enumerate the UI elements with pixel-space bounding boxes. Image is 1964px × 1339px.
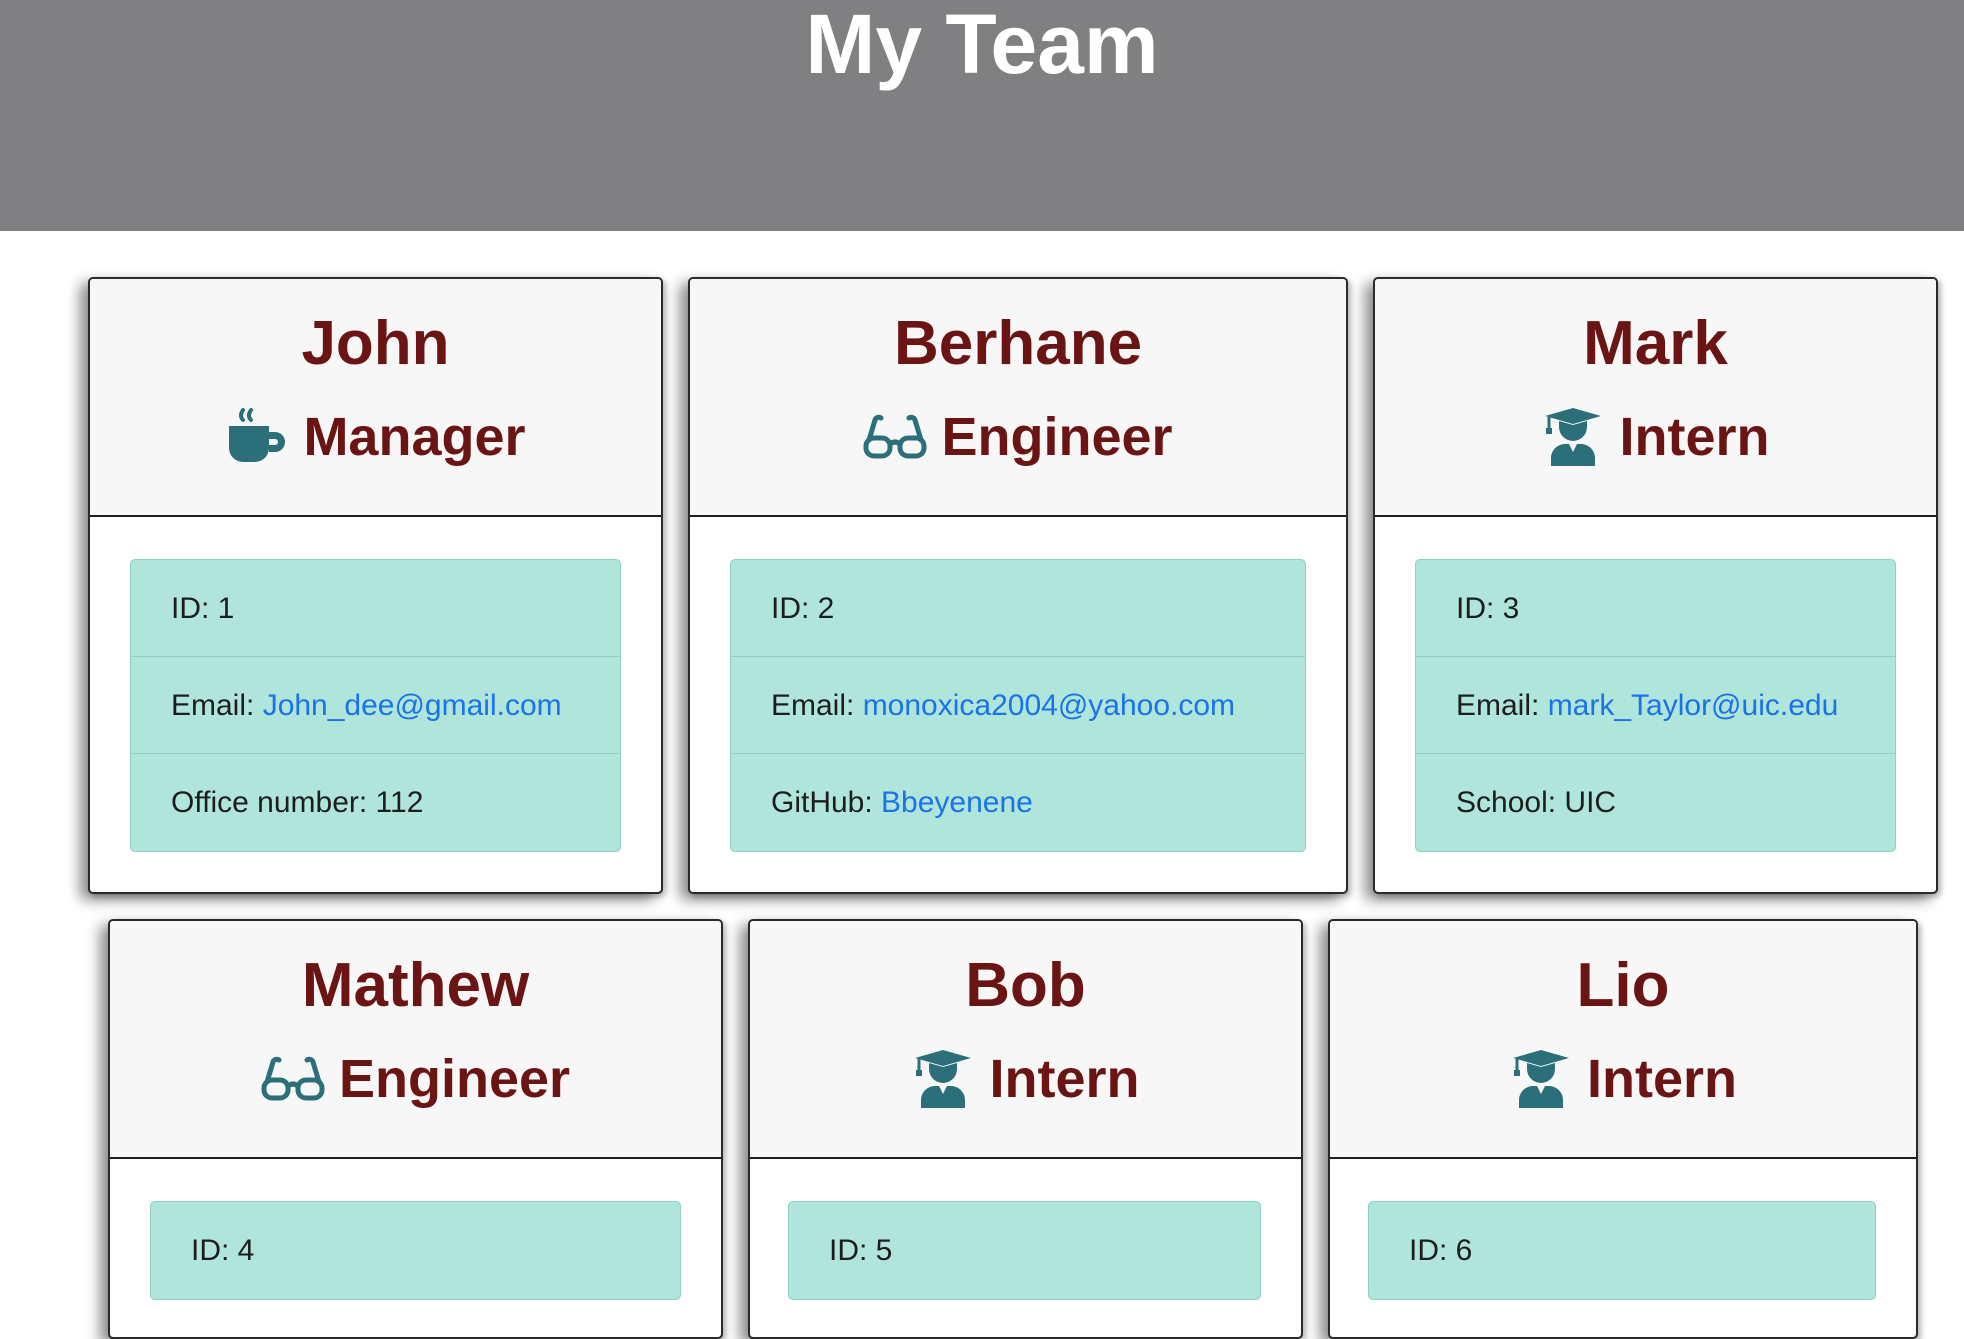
info-value: 3 (1502, 592, 1520, 625)
card-header: Bob Intern (750, 921, 1301, 1159)
employee-role: Engineer (690, 405, 1346, 470)
info-label: GitHub: (771, 786, 882, 819)
employee-name: Mark (1583, 309, 1728, 378)
employee-card: Bob Intern ID: 5 (748, 919, 1303, 1339)
info-value: UIC (1564, 786, 1617, 819)
info-label: ID: (191, 1234, 238, 1267)
info-label: Office number: (171, 786, 376, 819)
card-header: Mark Intern (1375, 279, 1936, 517)
role-label: Intern (1586, 1049, 1737, 1109)
info-list: ID: 1 Email: John_dee@gmail.com Office num… (130, 559, 621, 852)
card-header: John Manager (90, 279, 661, 517)
employee-name: Berhane (893, 309, 1143, 378)
info-row: ID: 6 (1369, 1202, 1875, 1299)
card-header: Berhane Engineer (690, 279, 1346, 517)
info-row: ID: 2 (731, 560, 1305, 657)
employee-card: Lio Intern ID: 6 (1328, 919, 1918, 1339)
page-header: My Team (0, 0, 1964, 231)
role-label: Manager (303, 407, 526, 467)
graduate-icon (1541, 407, 1605, 466)
info-list: ID: 3 Email: mark_Taylor@uic.edu School: U… (1415, 559, 1896, 852)
role-label: Engineer (338, 1049, 571, 1109)
employee-card: Mathew Engineer ID: 4 (108, 919, 723, 1339)
info-label: ID: (829, 1234, 876, 1267)
page-title: My Team (805, 0, 1159, 91)
glasses-icon (261, 1050, 325, 1108)
info-row: ID: 3 (1416, 560, 1895, 657)
info-list: ID: 4 (150, 1201, 681, 1300)
info-list: ID: 6 (1368, 1201, 1876, 1300)
info-row: Email: mark_Taylor@uic.edu (1416, 657, 1895, 754)
info-row: School: UIC (1416, 754, 1895, 851)
info-row: Email: John_dee@gmail.com (131, 657, 620, 754)
info-row: GitHub: Bbeyenene (731, 754, 1305, 851)
employee-role: Intern (1330, 1047, 1916, 1112)
role-label: Intern (989, 1049, 1140, 1109)
glasses-icon (863, 408, 927, 466)
employee-role: Intern (1375, 405, 1936, 470)
info-value: 6 (1455, 1234, 1473, 1267)
info-label: Email: (771, 689, 863, 722)
info-value: 4 (237, 1234, 255, 1267)
info-link[interactable]: monoxica2004@yahoo.com (863, 689, 1235, 722)
info-label: School: (1456, 786, 1565, 819)
graduate-icon (911, 1049, 975, 1108)
info-row: Email: monoxica2004@yahoo.com (731, 657, 1305, 754)
info-link[interactable]: Bbeyenene (881, 786, 1033, 819)
employee-role: Manager (90, 405, 661, 470)
info-label: ID: (171, 592, 218, 625)
info-list: ID: 2 Email: monoxica2004@yahoo.com GitHub… (730, 559, 1306, 852)
employee-name: Lio (1576, 951, 1670, 1020)
employee-name: John (301, 309, 450, 378)
employee-role: Engineer (110, 1047, 721, 1112)
card-header: Lio Intern (1330, 921, 1916, 1159)
role-label: Engineer (941, 407, 1173, 467)
info-link[interactable]: John_dee@gmail.com (263, 689, 562, 722)
info-list: ID: 5 (788, 1201, 1261, 1300)
info-row: ID: 4 (151, 1202, 680, 1299)
role-label: Intern (1619, 407, 1770, 467)
employee-role: Intern (750, 1047, 1301, 1112)
employee-name: Bob (965, 951, 1086, 1020)
employee-card: Berhane Engineer ID: 2 Email: monoxica2004@… (688, 277, 1348, 894)
info-label: ID: (1456, 592, 1503, 625)
card-header: Mathew Engineer (110, 921, 721, 1159)
info-link[interactable]: mark_Taylor@uic.edu (1548, 689, 1839, 722)
coffee-mug-icon (225, 407, 289, 466)
info-value: 2 (817, 592, 835, 625)
info-value: 112 (375, 786, 424, 819)
employee-name: Mathew (301, 951, 530, 1020)
info-row: ID: 1 (131, 560, 620, 657)
employee-card: Mark Intern ID: 3 Email: mark_Taylor@uic.ed… (1373, 277, 1938, 894)
info-row: ID: 5 (789, 1202, 1260, 1299)
info-value: 1 (217, 592, 235, 625)
info-label: ID: (1409, 1234, 1456, 1267)
graduate-icon (1509, 1049, 1573, 1108)
info-value: 5 (875, 1234, 893, 1267)
info-label: Email: (171, 689, 263, 722)
employee-card: John Manager ID: 1 Email: John_dee@gmail.co… (88, 277, 663, 894)
info-label: Email: (1456, 689, 1548, 722)
info-label: ID: (771, 592, 818, 625)
info-row: Office number: 112 (131, 754, 620, 851)
